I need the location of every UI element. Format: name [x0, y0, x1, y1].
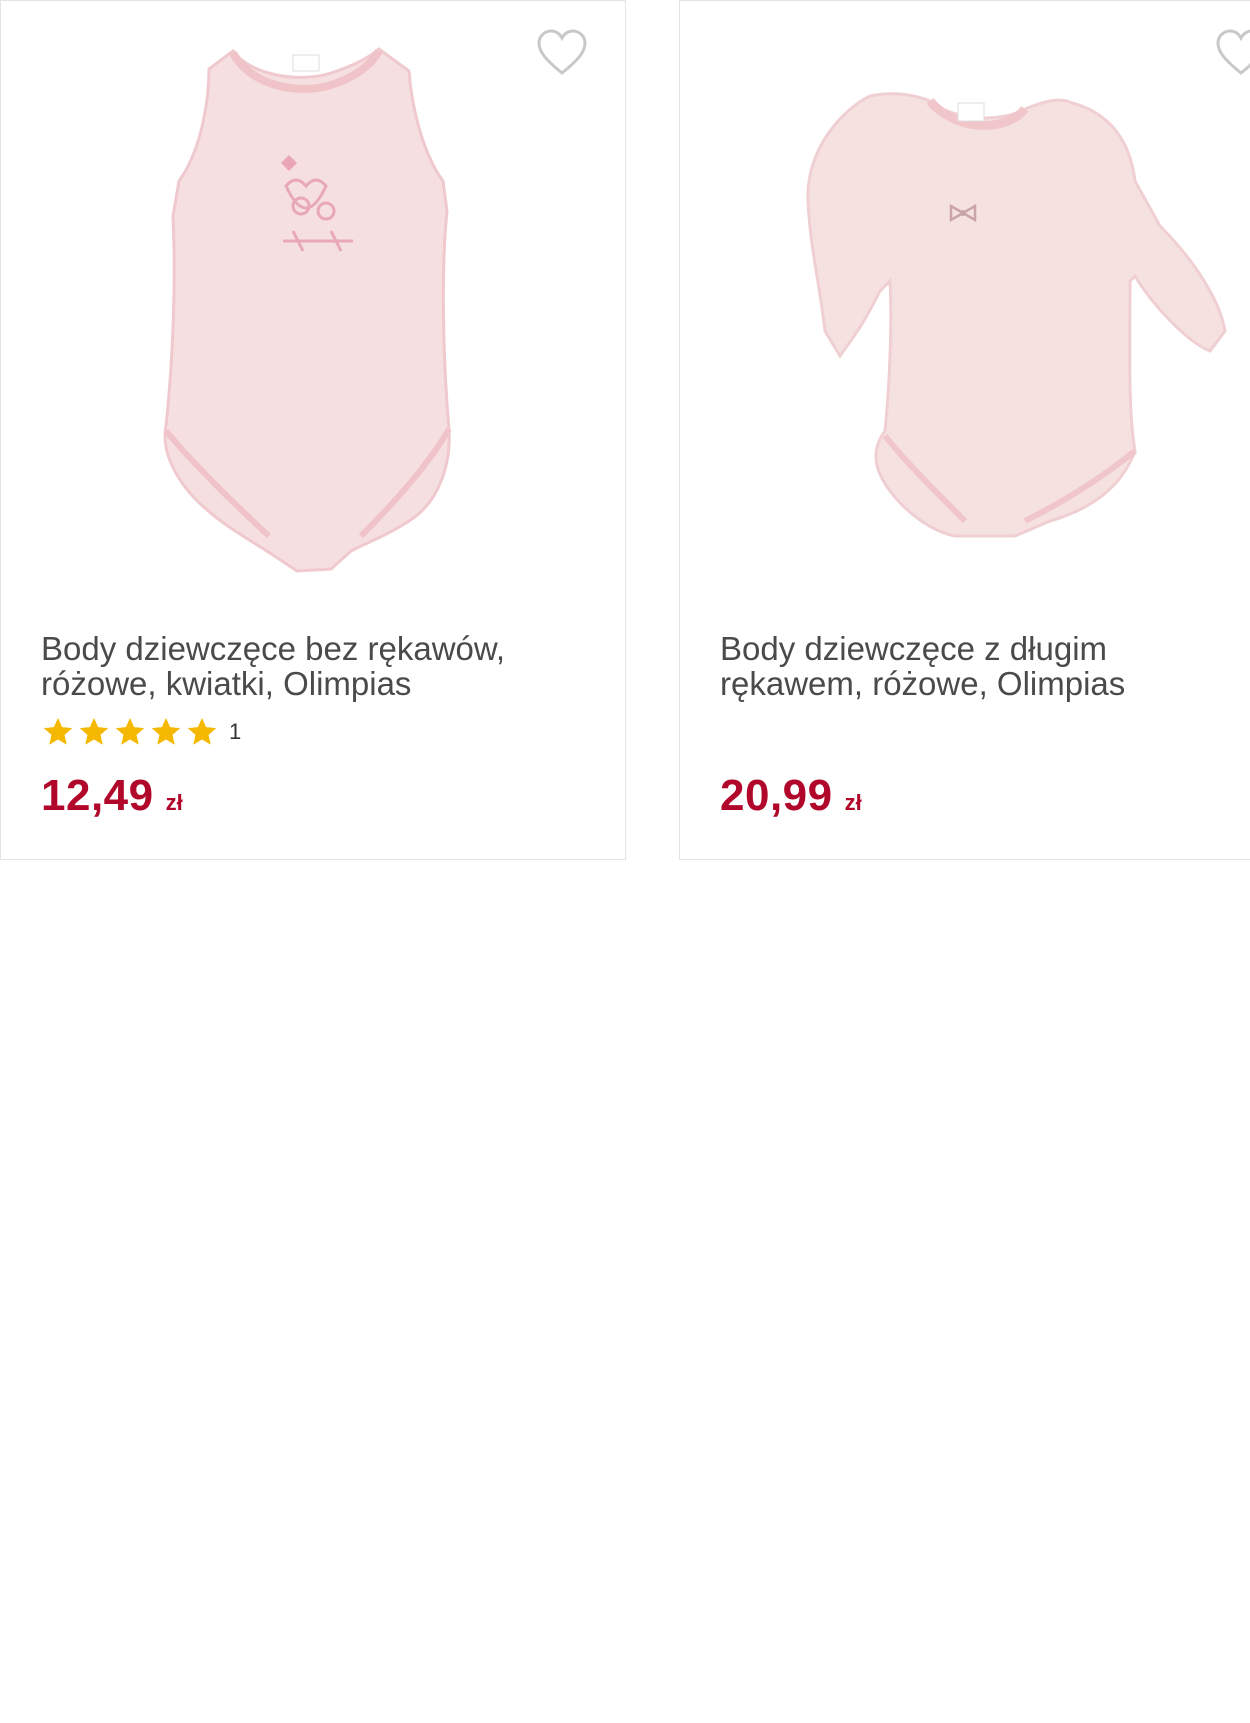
price-currency: zł — [844, 790, 862, 815]
product-title-line: Body dziewczęce z długim — [720, 630, 1108, 667]
product-price: 12,49 zł — [41, 771, 183, 821]
product-image[interactable] — [680, 31, 1250, 601]
price-value: 12,49 — [41, 771, 154, 820]
product-grid: Body dziewczęce bez rękawów, różowe, kwi… — [0, 0, 1250, 1723]
price-value: 20,99 — [720, 771, 833, 820]
star-icon — [79, 717, 109, 745]
product-price: 20,99 zł — [720, 771, 862, 821]
product-title-line: rękawem, różowe, Olimpias — [720, 665, 1126, 702]
star-icon — [187, 717, 217, 745]
star-icon — [43, 717, 73, 745]
product-image[interactable] — [1, 31, 625, 601]
product-card[interactable]: Body dziewczęce bez rękawów, różowe, kwi… — [0, 0, 626, 860]
sleeveless-bodysuit-image — [163, 47, 452, 573]
star-icon — [151, 717, 181, 745]
product-card[interactable]: Body dziewczęce z długim rękawem, różowe… — [679, 0, 1250, 860]
star-icon — [115, 717, 145, 745]
product-title[interactable]: Body dziewczęce bez rękawów, różowe, kwi… — [41, 631, 595, 701]
rating-count: 1 — [229, 719, 242, 744]
product-title-line: różowe, kwiatki, Olimpias — [41, 665, 412, 702]
product-title[interactable]: Body dziewczęce z długim rękawem, różowe… — [720, 631, 1248, 701]
product-title-line: Body dziewczęce bez rękawów, — [41, 630, 506, 667]
product-rating: 1 — [41, 715, 241, 749]
long-sleeve-bodysuit-image — [806, 92, 1227, 538]
price-currency: zł — [165, 790, 183, 815]
